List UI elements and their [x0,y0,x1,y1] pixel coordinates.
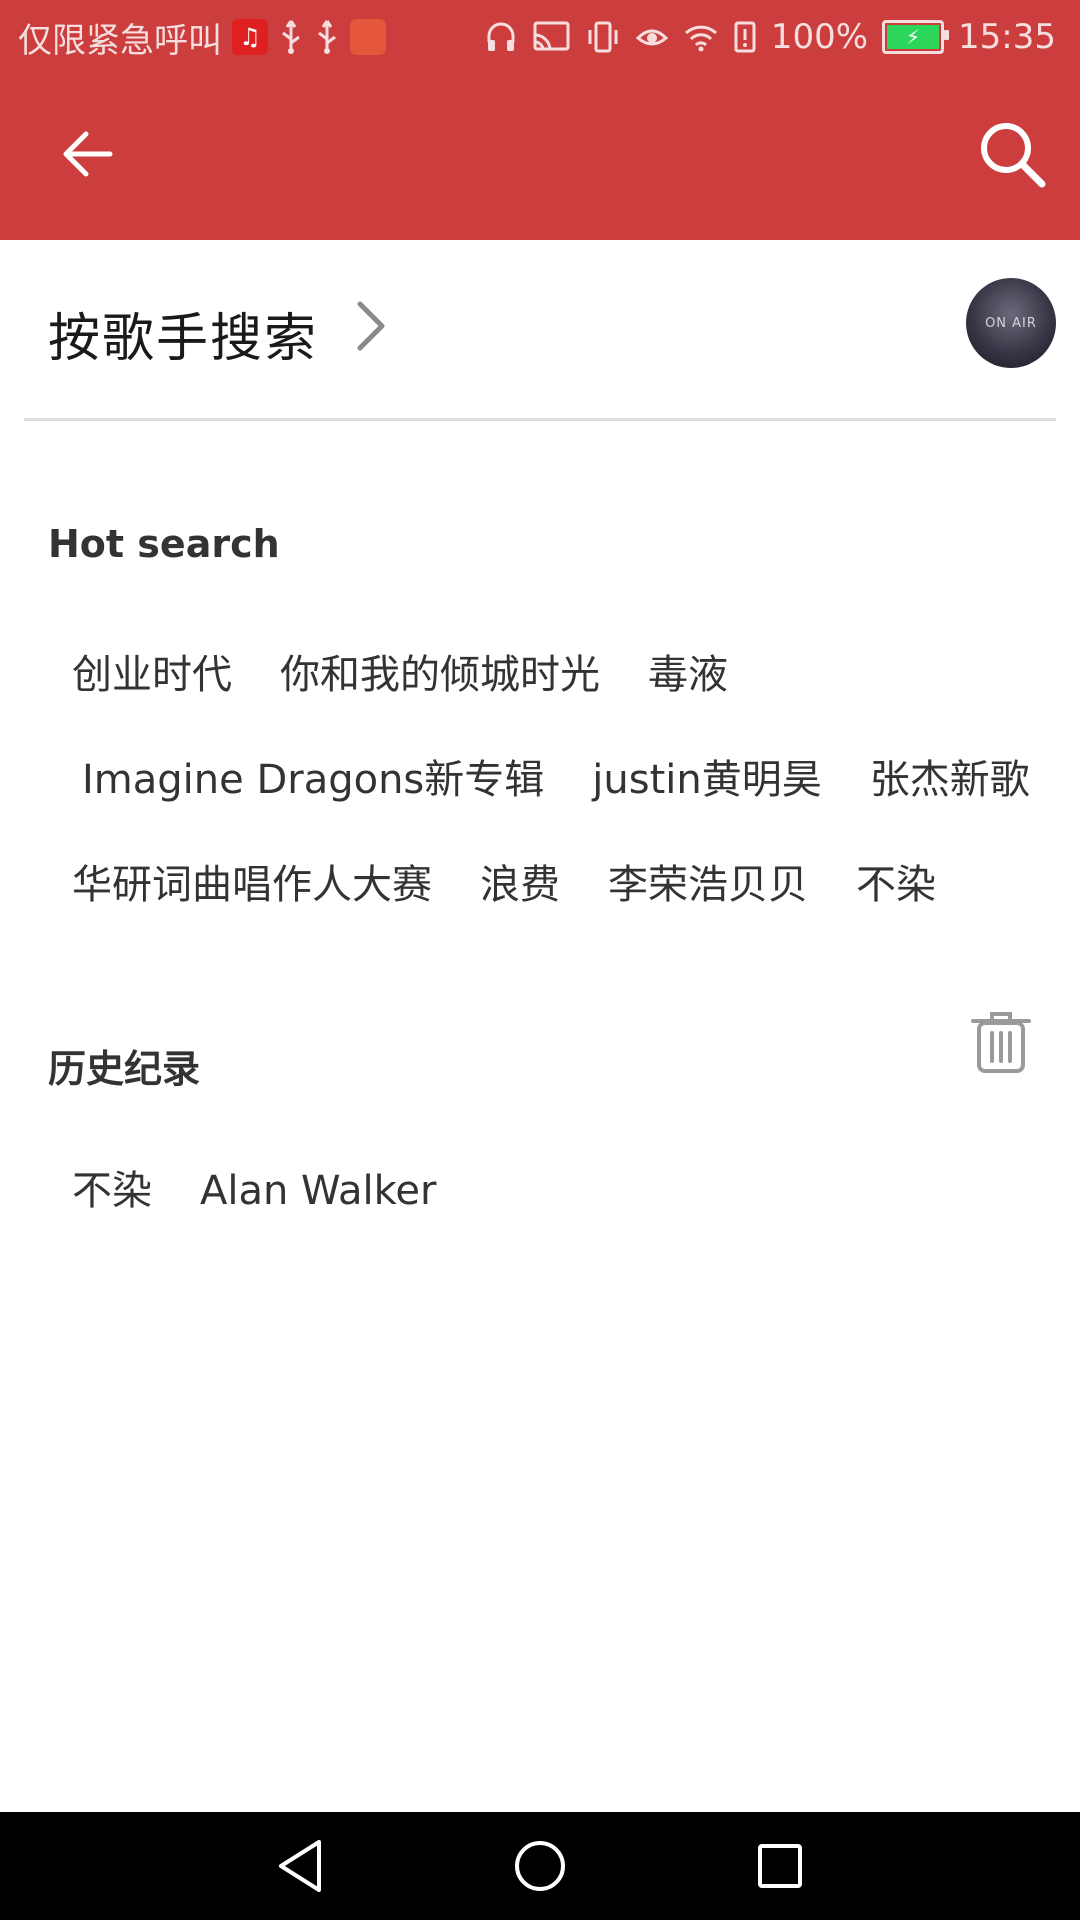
status-time: 15:35 [958,17,1056,57]
hot-search-tag[interactable]: 毒液 [624,645,752,705]
headphones-icon [485,20,517,54]
circle-home-icon [515,1841,565,1891]
history-tag[interactable]: Alan Walker [176,1161,460,1221]
eye-icon [635,20,669,54]
hot-search-title: Hot search [48,522,280,566]
hot-search-tag[interactable]: 创业时代 [48,645,256,705]
history-tag[interactable]: 不染 [48,1161,176,1221]
hot-search-tag[interactable]: 你和我的倾城时光 [256,645,624,705]
arrow-left-icon [63,131,113,177]
hot-search-row-1: 创业时代 你和我的倾城时光 毒液 [48,645,752,705]
navigation-bar [0,1812,1080,1920]
hot-search-tag[interactable]: Imagine Dragons新专辑 [58,750,568,810]
status-right: 100% ⚡ 15:35 [485,17,1080,57]
carrier-text: 仅限紧急呼叫 [18,20,222,61]
history-row: 不染 Alan Walker [48,1161,460,1221]
chevron-right-icon [354,300,388,356]
triangle-back-icon [279,1840,321,1892]
back-button[interactable] [48,114,128,194]
cast-icon [531,20,571,54]
screen: 仅限紧急呼叫 ♫ 100% ⚡ 15:35 按歌手搜索 ON AIR Hot s… [0,0,1080,1920]
app-notification-icon [350,19,386,55]
avatar-caption: ON AIR [985,315,1037,331]
hot-search-tag[interactable]: 张杰新歌 [846,750,1054,810]
nav-recents-button[interactable] [750,1836,810,1896]
hot-search-row-2: Imagine Dragons新专辑 justin黄明昊 张杰新歌 [58,750,1054,810]
battery-percent: 100% [770,17,869,57]
nav-back-button[interactable] [270,1836,330,1896]
toolbar [0,74,1080,240]
search-by-singer-row[interactable]: 按歌手搜索 ON AIR [24,240,1056,421]
hot-search-tag[interactable]: 浪费 [456,855,584,915]
usb-icon [278,19,304,55]
square-recents-icon [758,1844,802,1888]
vibrate-icon [585,20,621,54]
battery-icon: ⚡ [882,20,950,54]
status-left: 仅限紧急呼叫 ♫ [0,13,386,62]
search-by-singer-label: 按歌手搜索 [48,309,319,369]
charging-bolt-icon: ⚡ [905,25,921,49]
wifi-icon [683,21,719,53]
hot-search-tag[interactable]: 华研词曲唱作人大赛 [48,855,456,915]
netease-music-icon: ♫ [232,19,268,55]
hot-search-tag[interactable]: 不染 [832,855,960,915]
hot-search-tag[interactable]: 李荣浩贝贝 [584,855,832,915]
hot-search-row-3: 华研词曲唱作人大赛 浪费 李荣浩贝贝 不染 [48,855,960,915]
trash-icon [971,1012,1031,1073]
nav-home-button[interactable] [510,1836,570,1896]
status-bar: 仅限紧急呼叫 ♫ 100% ⚡ 15:35 [0,0,1080,74]
sim-alert-icon [733,20,757,54]
clear-history-button[interactable] [966,1002,1036,1082]
history-title: 历史纪录 [48,1047,201,1091]
search-icon [981,123,1046,188]
search-button[interactable] [972,114,1052,194]
singer-avatar[interactable]: ON AIR [966,278,1056,368]
usb-icon-2 [314,19,340,55]
hot-search-tag[interactable]: justin黄明昊 [568,750,845,810]
